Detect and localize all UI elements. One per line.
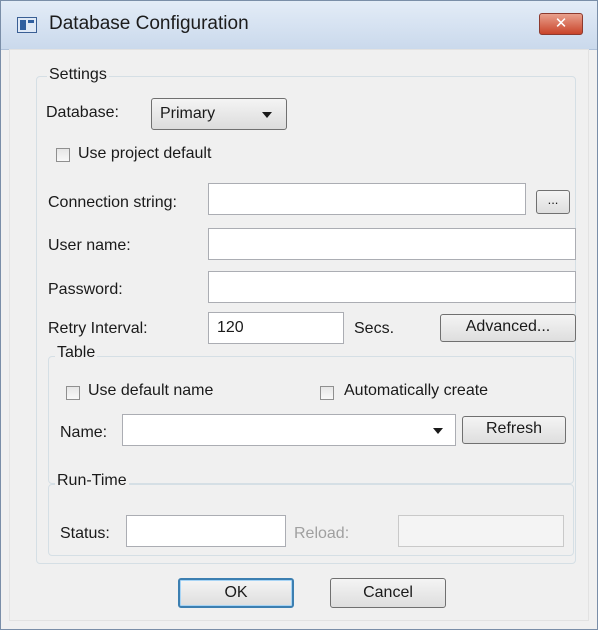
password-label: Password:	[48, 281, 123, 298]
use-project-default-label: Use project default	[78, 145, 212, 162]
advanced-button[interactable]: Advanced...	[440, 314, 576, 342]
user-name-input[interactable]	[208, 228, 576, 260]
reload-label: Reload:	[294, 525, 350, 542]
user-name-label: User name:	[48, 237, 131, 254]
settings-group-title: Settings	[47, 66, 109, 84]
dialog-client-area: Settings Database: Primary Use project d…	[9, 49, 589, 621]
table-name-label: Name:	[60, 424, 108, 441]
chevron-down-icon	[433, 428, 443, 434]
title-bar[interactable]: Database Configuration ✕	[1, 1, 597, 50]
password-input[interactable]	[208, 271, 576, 303]
close-icon: ✕	[554, 15, 568, 32]
use-default-name-checkbox[interactable]	[66, 386, 80, 400]
automatically-create-checkbox[interactable]	[320, 386, 334, 400]
app-window-icon	[17, 17, 37, 33]
status-label: Status:	[60, 525, 110, 542]
window-title: Database Configuration	[49, 13, 249, 34]
reload-field	[398, 515, 564, 547]
automatically-create-label: Automatically create	[344, 382, 489, 399]
connection-string-input[interactable]	[208, 183, 526, 215]
chevron-down-icon	[262, 112, 272, 118]
retry-interval-label: Retry Interval:	[48, 320, 148, 337]
database-configuration-dialog: Database Configuration ✕ Settings Databa…	[0, 0, 598, 630]
cancel-button[interactable]: Cancel	[330, 578, 446, 608]
database-label: Database:	[46, 104, 119, 121]
retry-interval-input[interactable]	[208, 312, 344, 344]
retry-units-label: Secs.	[354, 320, 395, 337]
use-default-name-label: Use default name	[88, 382, 214, 399]
use-project-default-checkbox[interactable]	[56, 148, 70, 162]
ok-button[interactable]: OK	[178, 578, 294, 608]
browse-connection-button[interactable]: ...	[536, 190, 570, 214]
close-button[interactable]: ✕	[539, 13, 583, 35]
table-group-title: Table	[55, 344, 98, 362]
status-field	[126, 515, 286, 547]
connection-string-label: Connection string:	[48, 194, 177, 211]
refresh-button[interactable]: Refresh	[462, 416, 566, 444]
runtime-group-title: Run-Time	[55, 472, 129, 490]
database-dropdown[interactable]: Primary	[151, 98, 287, 130]
table-name-dropdown[interactable]	[122, 414, 456, 446]
database-selected-value: Primary	[160, 105, 216, 122]
